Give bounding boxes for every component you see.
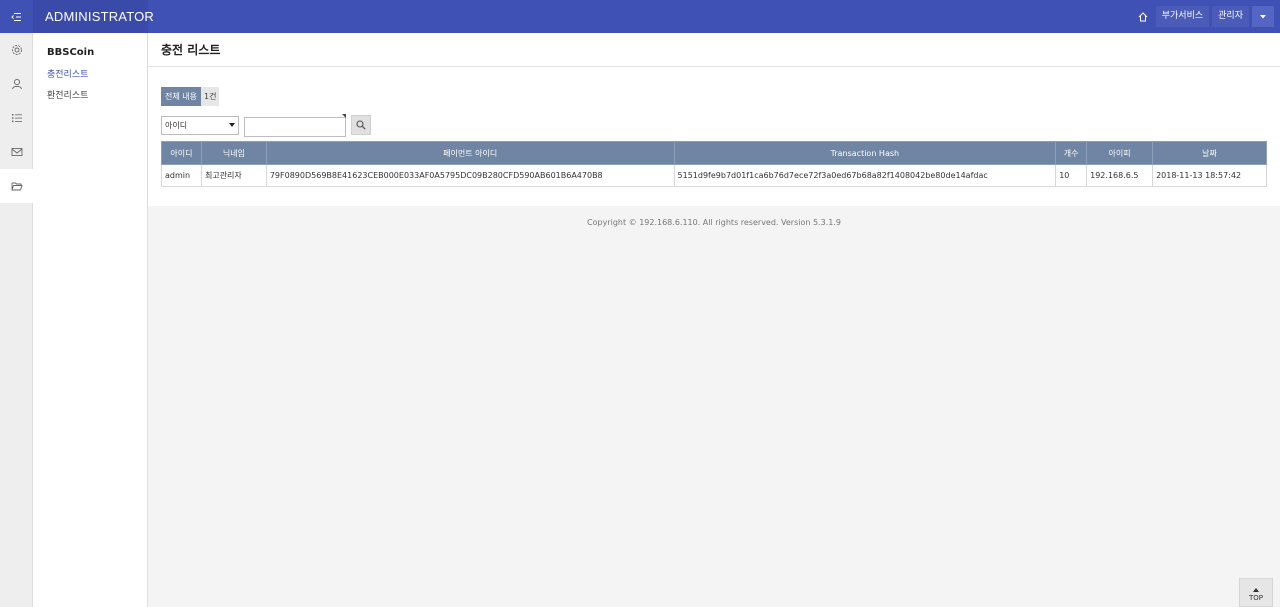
column-header-count[interactable]: 개수 [1055,141,1088,165]
column-header-nickname[interactable]: 닉네임 [200,141,267,165]
search-bar: 아이디 [161,114,371,137]
input-corner-mark [342,114,346,118]
cell-count: 10 [1055,164,1088,187]
folder-open-icon [11,182,23,191]
cell-date: 2018-11-13 18:57:42 [1152,164,1267,187]
main-content: 충전 리스트 전체 내용 1건 아이디 아이디 닉네임 페이먼트 아이디 Tra… [148,33,1280,206]
column-header-transaction-hash[interactable]: Transaction Hash [673,141,1057,165]
list-icon [11,114,22,123]
cell-id: admin [161,164,202,187]
rail-board[interactable] [0,101,33,135]
menu-toggle-icon[interactable] [0,0,33,33]
total-count-label: 전체 내용 [161,87,201,106]
page-title: 충전 리스트 [148,33,1280,67]
scroll-top-label: TOP [1248,594,1263,602]
cell-transaction-hash: 5151d9fe9b7d01f1ca6b76d7ece72f3a0ed67b68… [673,164,1057,187]
search-field-selected: 아이디 [165,120,188,130]
column-header-payment-id[interactable]: 페이먼트 아이디 [265,141,675,165]
arrow-up-icon [1253,588,1259,592]
total-count: 전체 내용 1건 [161,87,220,106]
submenu-item-charge-list[interactable]: 충전리스트 [47,67,147,80]
charge-table: 아이디 닉네임 페이먼트 아이디 Transaction Hash 개수 아이피… [161,141,1267,187]
caret-down-icon [229,122,235,127]
rail-member[interactable] [0,67,33,101]
gear-icon [11,45,22,55]
cell-payment-id: 79F0890D569B8E41623CEB000E033AF0A5795DC0… [265,164,675,187]
rail-plugin[interactable] [0,169,33,203]
top-header: ADMINISTRATOR 부가서비스 관리자 [0,0,1280,33]
footer-copyright: Copyright © 192.168.6.110. All rights re… [587,218,841,227]
brand-title[interactable]: ADMINISTRATOR [33,0,154,33]
rail-settings[interactable] [0,33,33,67]
table-row: admin 최고관리자 79F0890D569B8E41623CEB000E03… [161,164,1267,187]
search-icon [356,120,366,130]
scroll-top-button[interactable]: TOP [1239,578,1273,607]
cell-ip: 192.168.6.5 [1086,164,1154,187]
admin-button[interactable]: 관리자 [1212,6,1249,27]
home-icon[interactable] [1133,6,1153,27]
table-header-row: 아이디 닉네임 페이먼트 아이디 Transaction Hash 개수 아이피… [161,141,1267,165]
caret-down-icon [1260,14,1266,18]
column-header-date[interactable]: 날짜 [1152,141,1267,165]
search-input[interactable] [244,116,346,137]
extra-service-button[interactable]: 부가서비스 [1155,6,1210,27]
column-header-ip[interactable]: 아이피 [1086,141,1154,165]
header-actions: 부가서비스 관리자 [1133,6,1274,27]
submenu-title: BBSCoin [47,47,95,58]
user-icon [11,78,22,90]
cell-nickname: 최고관리자 [200,164,267,187]
submenu: BBSCoin 충전리스트 환전리스트 [33,33,148,607]
mail-icon [11,148,22,156]
rail-mail[interactable] [0,135,33,169]
total-count-value: 1건 [200,87,220,106]
search-input-wrap [244,114,346,137]
search-button[interactable] [351,115,371,136]
icon-rail [0,33,33,607]
submenu-item-exchange-list[interactable]: 환전리스트 [47,88,147,101]
search-field-select[interactable]: 아이디 [161,115,239,135]
column-header-id[interactable]: 아이디 [161,141,202,165]
admin-dropdown-button[interactable] [1252,6,1274,27]
